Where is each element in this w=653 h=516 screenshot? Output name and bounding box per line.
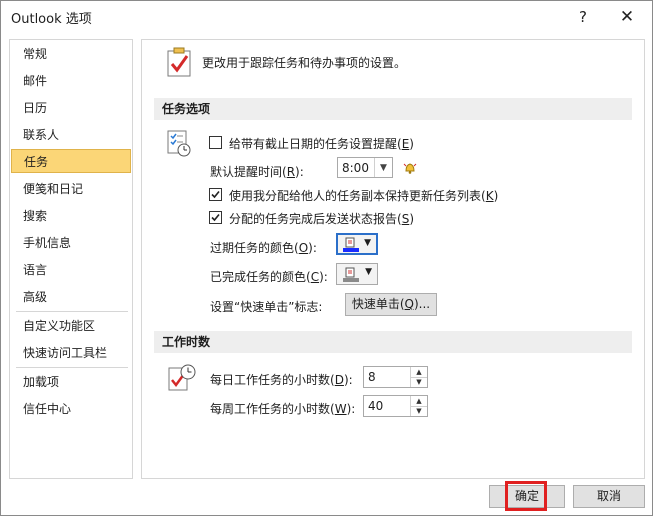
sidebar-item-customize-ribbon[interactable]: 自定义功能区 [11, 314, 131, 338]
sidebar-item-tasks[interactable]: 任务 [11, 149, 131, 173]
task-clipboard-icon [166, 47, 192, 77]
help-button[interactable]: ? [563, 1, 603, 32]
section-task-options: 任务选项 [154, 98, 632, 120]
daily-hours-label: 每日工作任务的小时数(D): [210, 373, 353, 387]
quick-click-button[interactable]: 快速单击(Q)... [345, 293, 437, 316]
window-title: Outlook 选项 [11, 12, 92, 27]
reminder-checkbox-label: 给带有截止日期的任务设置提醒(E) [229, 137, 414, 151]
keep-updated-checkbox[interactable] [209, 188, 222, 201]
sidebar-item-addins[interactable]: 加载项 [11, 370, 131, 394]
reminder-time-select[interactable]: 8:00 ▼ [337, 157, 393, 178]
overdue-color-label: 过期任务的颜色(O): [210, 241, 317, 255]
sidebar-item-search[interactable]: 搜索 [11, 204, 131, 228]
send-status-checkbox[interactable] [209, 211, 222, 224]
sidebar-item-mobile[interactable]: 手机信息 [11, 231, 131, 255]
sidebar-item-calendar[interactable]: 日历 [11, 96, 131, 120]
reminder-checkbox[interactable] [209, 136, 222, 149]
spin-down-icon[interactable]: ▼ [411, 406, 427, 416]
tasks-options-panel: 更改用于跟踪任务和待办事项的设置。 任务选项 给带有截止日期的任务设置提醒(E)… [141, 39, 645, 479]
sidebar-item-language[interactable]: 语言 [11, 258, 131, 282]
chevron-down-icon: ▼ [364, 238, 371, 248]
sidebar-item-notes-journal[interactable]: 便笺和日记 [11, 177, 131, 201]
section-work-hours: 工作时数 [154, 331, 632, 353]
clock-checklist-icon [166, 362, 198, 394]
sidebar-item-contacts[interactable]: 联系人 [11, 123, 131, 147]
reminder-time-label: 默认提醒时间(R): [210, 165, 304, 179]
task-list-icon [166, 128, 192, 158]
weekly-hours-label: 每周工作任务的小时数(W): [210, 402, 356, 416]
daily-hours-value[interactable]: 8 [368, 370, 376, 384]
overdue-color-picker[interactable]: ▼ [336, 233, 378, 255]
sidebar-divider [16, 311, 128, 312]
sidebar-item-quick-access-toolbar[interactable]: 快速访问工具栏 [11, 341, 131, 365]
quick-click-label: 设置“快速单击”标志: [210, 300, 323, 314]
sidebar-item-trust-center[interactable]: 信任中心 [11, 397, 131, 421]
font-color-icon [343, 267, 359, 282]
send-status-label: 分配的任务完成后发送状态报告(S) [229, 212, 414, 226]
spin-down-icon[interactable]: ▼ [411, 377, 427, 387]
spinner-arrows: ▲ ▼ [410, 367, 427, 387]
options-sidebar: 常规 邮件 日历 联系人 任务 便笺和日记 搜索 手机信息 语言 高级 自定义功… [9, 39, 133, 479]
weekly-hours-spinner[interactable]: 40 ▲ ▼ [363, 395, 428, 417]
sidebar-item-mail[interactable]: 邮件 [11, 69, 131, 93]
chevron-down-icon: ▼ [365, 267, 372, 277]
title-bar: Outlook 选项 ? ✕ [1, 1, 652, 32]
font-color-icon [343, 237, 359, 252]
completed-color-picker[interactable]: ▼ [336, 263, 378, 285]
reminder-time-value: 8:00 [342, 161, 369, 175]
outlook-options-dialog: Outlook 选项 ? ✕ 常规 邮件 日历 联系人 任务 便笺和日记 搜索 … [0, 0, 653, 516]
spinner-arrows: ▲ ▼ [410, 396, 427, 416]
panel-description: 更改用于跟踪任务和待办事项的设置。 [202, 56, 407, 70]
weekly-hours-value[interactable]: 40 [368, 399, 383, 413]
keep-updated-label: 使用我分配给他人的任务副本保持更新任务列表(K) [229, 189, 499, 203]
daily-hours-spinner[interactable]: 8 ▲ ▼ [363, 366, 428, 388]
completed-color-label: 已完成任务的颜色(C): [210, 270, 328, 284]
sidebar-item-general[interactable]: 常规 [11, 42, 131, 66]
cancel-button[interactable]: 取消 [573, 485, 645, 508]
close-button[interactable]: ✕ [607, 1, 647, 32]
bell-icon [403, 161, 417, 175]
sidebar-item-advanced[interactable]: 高级 [11, 285, 131, 309]
sidebar-divider [16, 367, 128, 368]
ok-button-highlight-box [505, 481, 547, 511]
chevron-down-icon[interactable]: ▼ [374, 158, 392, 177]
